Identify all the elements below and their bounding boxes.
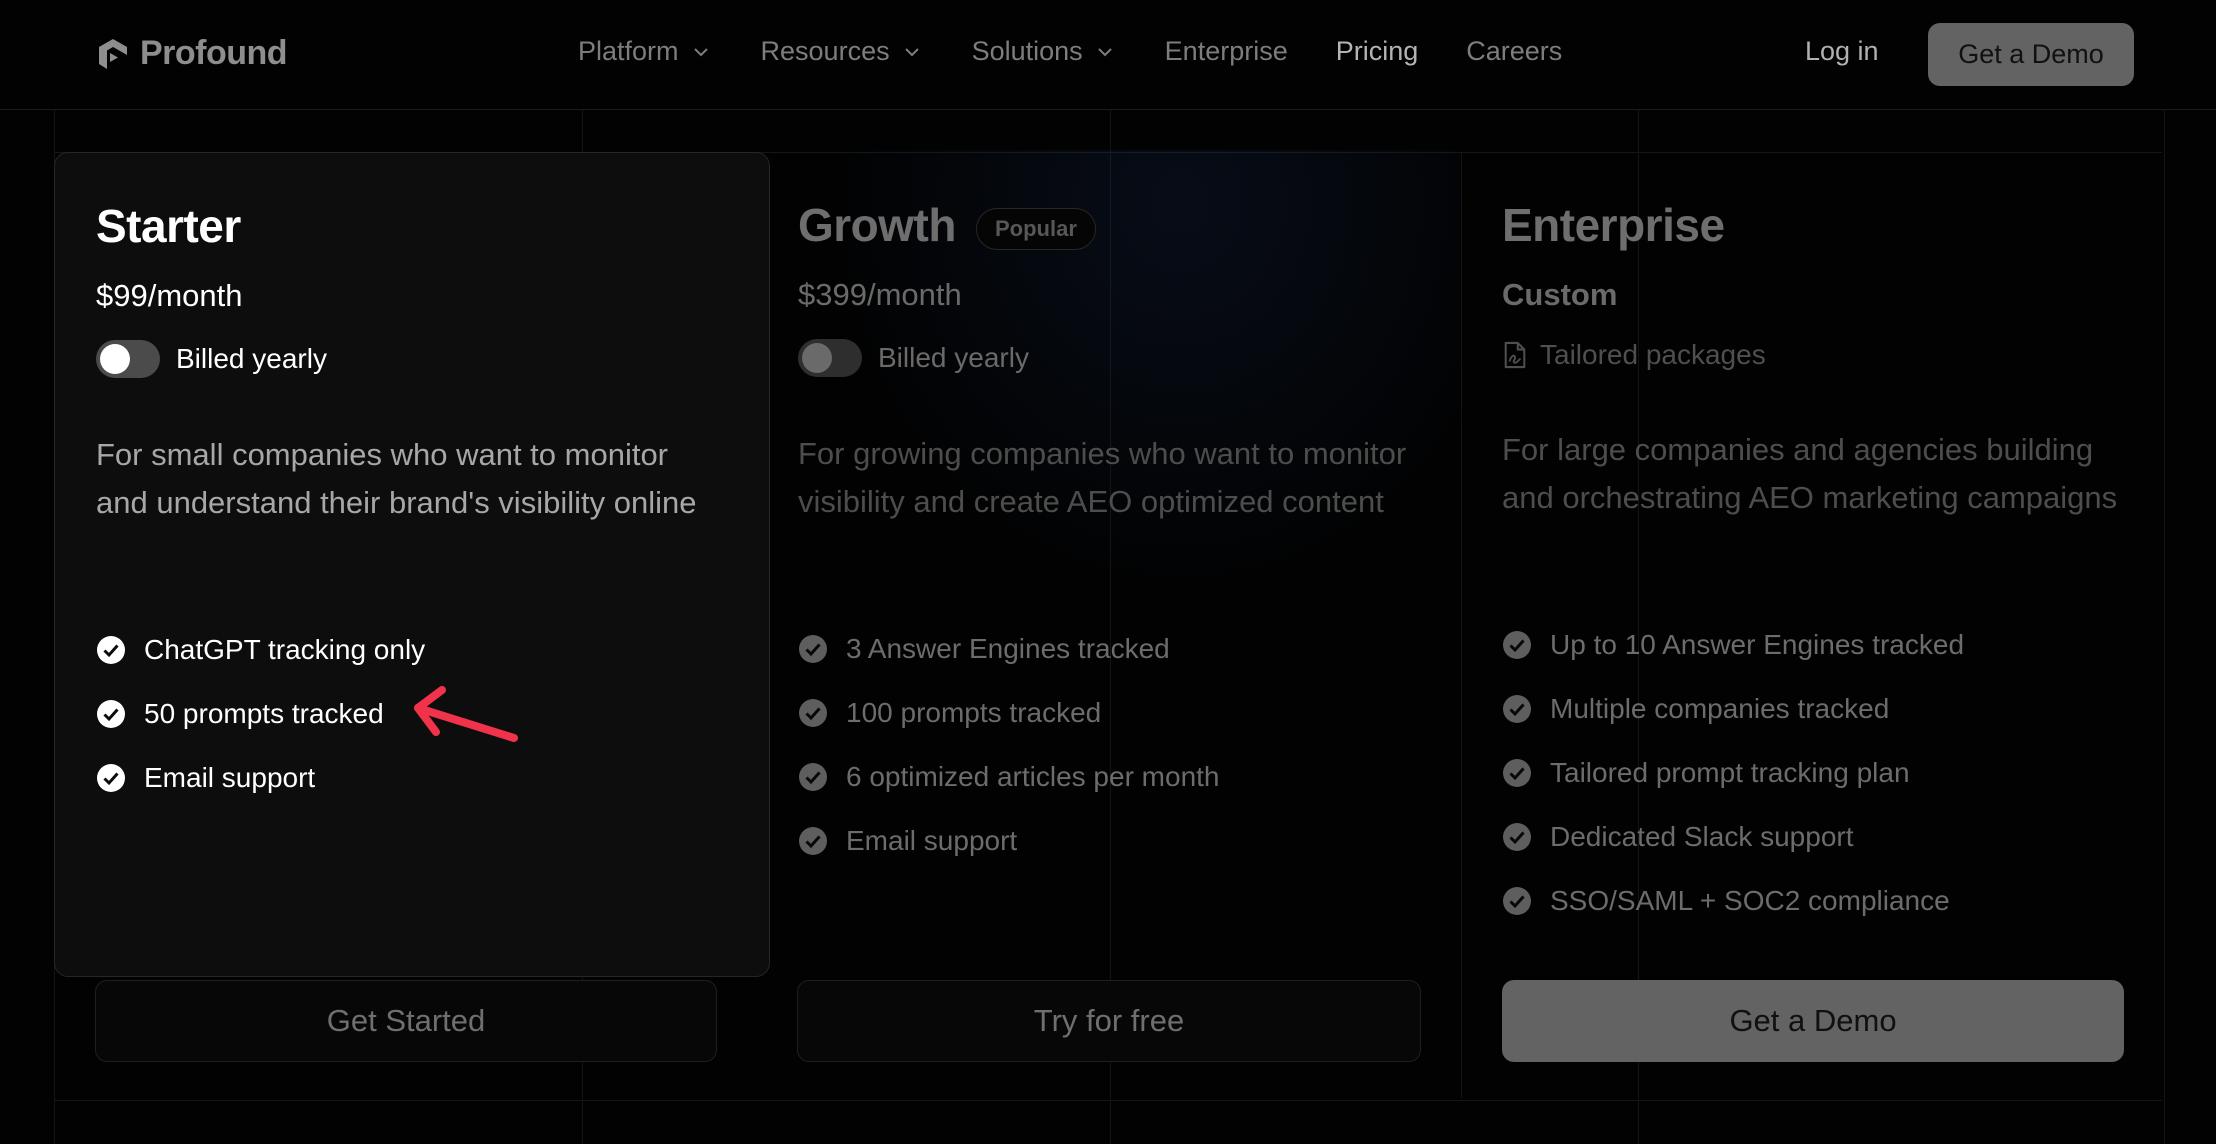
check-circle-icon	[1503, 695, 1531, 723]
popular-badge: Popular	[976, 208, 1096, 250]
check-circle-icon	[799, 763, 827, 791]
try-for-free-button[interactable]: Try for free	[797, 980, 1421, 1062]
check-circle-icon	[97, 764, 125, 792]
nav-get-demo-button[interactable]: Get a Demo	[1928, 23, 2134, 86]
check-circle-icon	[1503, 631, 1531, 659]
chevron-down-icon	[1097, 47, 1112, 56]
price-amount: $399	[798, 277, 867, 312]
feature-text: Up to 10 Answer Engines tracked	[1550, 629, 1965, 660]
chevron-down-icon	[693, 47, 708, 56]
feature-item: Tailored prompt tracking plan	[1502, 741, 1964, 805]
red-arrow-icon	[414, 686, 518, 742]
feature-item: SSO/SAML + SOC2 compliance	[1502, 869, 1964, 933]
feature-list: 3 Answer Engines tracked 100 prompts tra…	[798, 617, 1220, 873]
logo-text: Profound	[140, 34, 288, 72]
billing-toggle-row: Billed yearly	[798, 339, 1029, 377]
plan-title: Enterprise	[1502, 199, 1725, 251]
feature-item: Up to 10 Answer Engines tracked	[1502, 613, 1964, 677]
feature-item: Email support	[798, 809, 1220, 873]
feature-text: 50 prompts tracked	[144, 698, 384, 729]
feature-text: 3 Answer Engines tracked	[846, 633, 1170, 664]
logo[interactable]: Profound	[96, 34, 288, 73]
toggle-label: Billed yearly	[878, 342, 1029, 373]
feature-list: Up to 10 Answer Engines tracked Multiple…	[1502, 613, 1964, 933]
feature-text: Email support	[846, 825, 1018, 856]
enterprise-plan-card: Enterprise Custom Tailored packages For …	[1462, 152, 2164, 1098]
check-circle-icon	[97, 636, 125, 664]
plan-price: $99/month	[96, 278, 243, 314]
plan-price: $399/month	[798, 277, 962, 313]
check-circle-icon	[1503, 887, 1531, 915]
menu-item-label: Solutions	[971, 36, 1083, 66]
profound-logo-icon	[99, 38, 127, 69]
menu-item-enterprise[interactable]: Enterprise	[1165, 36, 1288, 67]
toggle-knob	[100, 344, 130, 374]
feature-item: Email support	[96, 746, 425, 810]
billed-yearly-toggle[interactable]	[798, 339, 862, 377]
feature-text: ChatGPT tracking only	[144, 634, 426, 665]
price-period: /month	[147, 278, 243, 313]
feature-text: Multiple companies tracked	[1550, 693, 1890, 724]
feature-text: Tailored prompt tracking plan	[1550, 757, 1910, 788]
plan-title: Starter	[96, 200, 241, 252]
check-circle-icon	[799, 827, 827, 855]
feature-text: Email support	[144, 762, 316, 793]
plan-description: For large companies and agencies buildin…	[1502, 432, 2118, 515]
feature-item: 100 prompts tracked	[798, 681, 1220, 745]
feature-item: Multiple companies tracked	[1502, 677, 1964, 741]
get-started-button[interactable]: Get Started	[95, 980, 717, 1062]
billed-yearly-toggle[interactable]	[96, 340, 160, 378]
plan-description: For small companies who want to monitor …	[96, 437, 697, 520]
menu-item-careers[interactable]: Careers	[1466, 36, 1562, 67]
check-circle-icon	[799, 635, 827, 663]
feature-text: SSO/SAML + SOC2 compliance	[1550, 885, 1950, 916]
menu-item-platform[interactable]: Platform	[578, 36, 709, 67]
document-signature-icon	[1504, 341, 1526, 369]
billing-toggle-row: Billed yearly	[96, 340, 327, 378]
plan-price: Custom	[1502, 277, 1618, 312]
check-circle-icon	[97, 700, 125, 728]
toggle-label: Billed yearly	[176, 343, 327, 374]
menu-item-resources[interactable]: Resources	[761, 36, 920, 67]
grid-line	[2164, 110, 2165, 1144]
enterprise-get-demo-button[interactable]: Get a Demo	[1502, 980, 2124, 1062]
feature-text: 100 prompts tracked	[846, 697, 1102, 728]
menu-item-pricing[interactable]: Pricing	[1336, 36, 1419, 67]
top-navigation: Profound Platform Resources Solutions En…	[0, 0, 2216, 110]
price-period: /month	[866, 277, 962, 312]
feature-item: 6 optimized articles per month	[798, 745, 1220, 809]
toggle-knob	[802, 343, 832, 373]
menu-item-label: Resources	[760, 36, 890, 66]
grid-line	[54, 1100, 2162, 1101]
menu-item-solutions[interactable]: Solutions	[972, 36, 1113, 67]
growth-plan-card: Growth Popular $399/month Billed yearly …	[758, 152, 1462, 1098]
plan-description: For growing companies who want to monito…	[798, 436, 1407, 519]
plan-title: Growth	[798, 199, 956, 251]
check-circle-icon	[1503, 823, 1531, 851]
menu-item-label: Platform	[578, 36, 679, 66]
feature-item: 50 prompts tracked	[96, 682, 425, 746]
pricing-page: Profound Platform Resources Solutions En…	[0, 0, 2216, 1144]
check-circle-icon	[799, 699, 827, 727]
check-circle-icon	[1503, 759, 1531, 787]
starter-plan-card: Starter $99/month Billed yearly For smal…	[54, 152, 770, 977]
packages-row: Tailored packages	[1502, 339, 1766, 371]
menu-item-label: Pricing	[1335, 36, 1419, 66]
feature-item: Dedicated Slack support	[1502, 805, 1964, 869]
feature-text: 6 optimized articles per month	[846, 761, 1220, 792]
menu-item-label: Enterprise	[1164, 36, 1288, 66]
feature-item: 3 Answer Engines tracked	[798, 617, 1220, 681]
main-menu: Platform Resources Solutions Enterprise …	[578, 36, 1562, 67]
feature-text: Dedicated Slack support	[1550, 821, 1854, 852]
packages-label: Tailored packages	[1540, 339, 1766, 370]
price-amount: $99	[96, 278, 148, 313]
login-link[interactable]: Log in	[1805, 36, 1879, 67]
feature-list: ChatGPT tracking only 50 prompts tracked…	[96, 618, 425, 810]
feature-item: ChatGPT tracking only	[96, 618, 425, 682]
menu-item-label: Careers	[1466, 36, 1563, 66]
chevron-down-icon	[904, 47, 919, 56]
